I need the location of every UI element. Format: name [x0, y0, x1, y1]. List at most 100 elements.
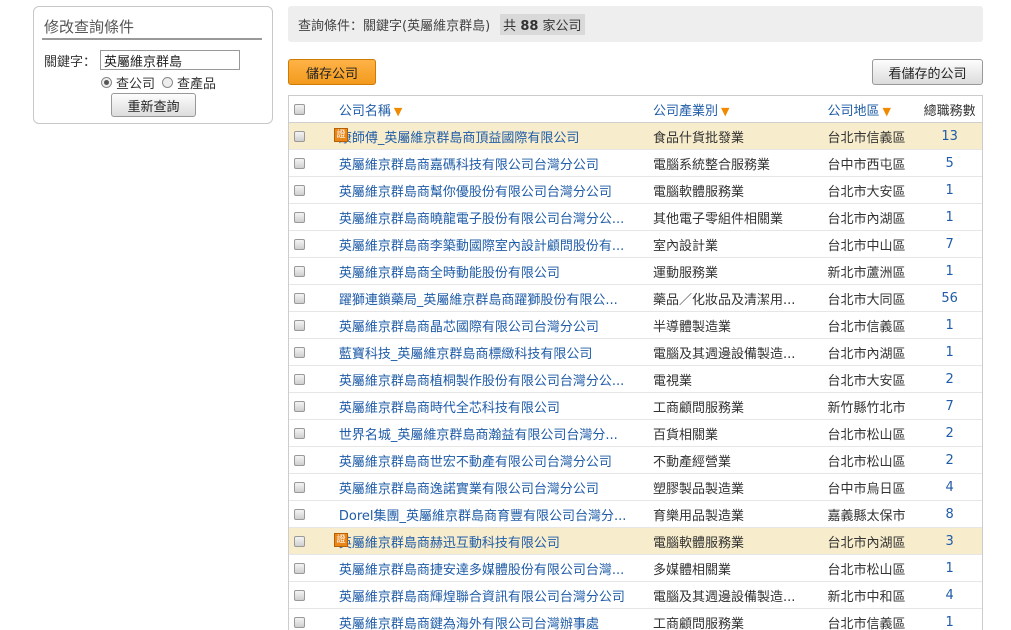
row-select-cell[interactable] [289, 589, 339, 601]
job-count-link[interactable]: 8 [917, 507, 982, 522]
table-row: 英屬維京群島商鍵為海外有限公司台灣辦事處 工商顧問服務業 台北市信義區 1 [289, 609, 982, 630]
company-name-link[interactable]: 英屬維京群島商捷安達多媒體股份有限公司台灣... [339, 559, 653, 578]
job-count-link[interactable]: 1 [917, 561, 982, 576]
job-count-link[interactable]: 2 [917, 453, 982, 468]
header-company-name-label[interactable]: 公司名稱 [339, 104, 391, 119]
job-count-link[interactable]: 1 [917, 615, 982, 630]
row-checkbox[interactable] [294, 238, 305, 250]
company-name-link[interactable]: 英屬維京群島商幫你優股份有限公司台灣分公司 [339, 181, 653, 200]
row-select-cell[interactable] [289, 562, 339, 574]
row-select-cell[interactable]: 證 [289, 533, 348, 547]
radio-company[interactable]: 查公司 [101, 73, 155, 92]
row-checkbox[interactable] [294, 130, 305, 142]
job-count-link[interactable]: 1 [917, 318, 982, 333]
radio-checked-icon[interactable] [101, 77, 112, 88]
company-name-link[interactable]: 康師傅_英屬維京群島商頂益國際有限公司 [339, 127, 653, 146]
job-count-link[interactable]: 1 [917, 264, 982, 279]
company-name-link[interactable]: 藍寶科技_英屬維京群島商標緻科技有限公司 [339, 343, 653, 362]
job-count-link[interactable]: 3 [917, 534, 982, 549]
row-select-cell[interactable] [289, 346, 339, 358]
sort-down-icon[interactable]: ▼ [882, 105, 890, 118]
row-checkbox[interactable] [294, 265, 305, 277]
header-company-name[interactable]: 公司名稱 ▼ [339, 100, 653, 119]
sort-down-icon[interactable]: ▼ [394, 105, 402, 118]
keyword-input[interactable] [100, 50, 240, 70]
job-count-link[interactable]: 13 [917, 129, 982, 144]
row-checkbox[interactable] [294, 400, 305, 412]
row-checkbox[interactable] [294, 535, 305, 547]
job-count-link[interactable]: 2 [917, 426, 982, 441]
row-select-cell[interactable] [289, 616, 339, 628]
view-saved-companies-button[interactable]: 看儲存的公司 [872, 59, 983, 85]
job-count-link[interactable]: 4 [917, 480, 982, 495]
company-name-link[interactable]: 英屬維京群島商時代全芯科技有限公司 [339, 397, 653, 416]
company-name-link[interactable]: 英屬維京群島商曉龍電子股份有限公司台灣分公... [339, 208, 653, 227]
row-select-cell[interactable] [289, 481, 339, 493]
row-checkbox[interactable] [294, 616, 305, 628]
job-count-link[interactable]: 7 [917, 399, 982, 414]
row-select-cell[interactable] [289, 157, 339, 169]
job-count-link[interactable]: 1 [917, 210, 982, 225]
job-count-link[interactable]: 1 [917, 345, 982, 360]
row-select-cell[interactable] [289, 454, 339, 466]
table-row: 英屬維京群島商植桐製作股份有限公司台灣分公... 電視業 台北市大安區 2 [289, 366, 982, 393]
row-select-cell[interactable] [289, 427, 339, 439]
company-name-link[interactable]: 躍獅連鎖藥局_英屬維京群島商躍獅股份有限公... [339, 289, 653, 308]
row-checkbox[interactable] [294, 454, 305, 466]
table-row: 英屬維京群島商逸諾實業有限公司台灣分公司 塑膠製品製造業 台中市烏日區 4 [289, 474, 982, 501]
row-checkbox[interactable] [294, 481, 305, 493]
requery-button[interactable]: 重新查詢 [111, 93, 196, 117]
row-checkbox[interactable] [294, 211, 305, 223]
job-count-link[interactable]: 4 [917, 588, 982, 603]
row-checkbox[interactable] [294, 508, 305, 520]
job-count-link[interactable]: 1 [917, 183, 982, 198]
company-name-link[interactable]: 英屬維京群島商輝煌聯合資訊有限公司台灣分公司 [339, 586, 653, 605]
row-select-cell[interactable] [289, 319, 339, 331]
header-industry[interactable]: 公司產業別 ▼ [653, 100, 828, 119]
row-select-cell[interactable] [289, 211, 339, 223]
company-name-link[interactable]: 英屬維京群島商赫迅互動科技有限公司 [339, 532, 653, 551]
row-checkbox[interactable] [294, 427, 305, 439]
select-all-cell[interactable] [289, 103, 339, 115]
row-select-cell[interactable] [289, 292, 339, 304]
header-area[interactable]: 公司地區 ▼ [827, 100, 917, 119]
company-name-link[interactable]: Dorel集團_英屬維京群島商育豐有限公司台灣分... [339, 505, 653, 524]
company-name-link[interactable]: 英屬維京群島商晶芯國際有限公司台灣分公司 [339, 316, 653, 335]
radio-product[interactable]: 查產品 [162, 73, 216, 92]
row-checkbox[interactable] [294, 319, 305, 331]
company-name-link[interactable]: 英屬維京群島商植桐製作股份有限公司台灣分公... [339, 370, 653, 389]
row-select-cell[interactable] [289, 400, 339, 412]
header-industry-label[interactable]: 公司產業別 [653, 104, 718, 119]
radio-unchecked-icon[interactable] [162, 77, 173, 88]
company-name-link[interactable]: 英屬維京群島商世宏不動產有限公司台灣分公司 [339, 451, 653, 470]
row-checkbox[interactable] [294, 292, 305, 304]
row-select-cell[interactable] [289, 184, 339, 196]
company-name-link[interactable]: 英屬維京群島商全時動能股份有限公司 [339, 262, 653, 281]
company-name-link[interactable]: 英屬維京群島商逸諾實業有限公司台灣分公司 [339, 478, 653, 497]
row-select-cell[interactable] [289, 265, 339, 277]
row-checkbox[interactable] [294, 562, 305, 574]
job-count-link[interactable]: 5 [917, 156, 982, 171]
sort-down-icon[interactable]: ▼ [721, 105, 729, 118]
row-select-cell[interactable] [289, 373, 339, 385]
job-count-link[interactable]: 2 [917, 372, 982, 387]
header-area-label[interactable]: 公司地區 [827, 104, 879, 119]
row-checkbox[interactable] [294, 157, 305, 169]
row-select-cell[interactable]: 證 [289, 128, 348, 142]
job-count-link[interactable]: 56 [917, 291, 982, 306]
radio-product-label[interactable]: 查產品 [177, 73, 216, 92]
save-company-button[interactable]: 儲存公司 [288, 59, 376, 85]
row-checkbox[interactable] [294, 589, 305, 601]
company-name-link[interactable]: 世界名城_英屬維京群島商瀚益有限公司台灣分... [339, 424, 653, 443]
job-count-link[interactable]: 7 [917, 237, 982, 252]
row-checkbox[interactable] [294, 346, 305, 358]
row-checkbox[interactable] [294, 184, 305, 196]
company-name-link[interactable]: 英屬維京群島商鍵為海外有限公司台灣辦事處 [339, 613, 653, 630]
select-all-checkbox[interactable] [294, 103, 305, 115]
company-name-link[interactable]: 英屬維京群島商嘉碼科技有限公司台灣分公司 [339, 154, 653, 173]
row-checkbox[interactable] [294, 373, 305, 385]
radio-company-label[interactable]: 查公司 [116, 73, 155, 92]
row-select-cell[interactable] [289, 508, 339, 520]
company-name-link[interactable]: 英屬維京群島商李築動國際室內設計顧問股份有... [339, 235, 653, 254]
row-select-cell[interactable] [289, 238, 339, 250]
